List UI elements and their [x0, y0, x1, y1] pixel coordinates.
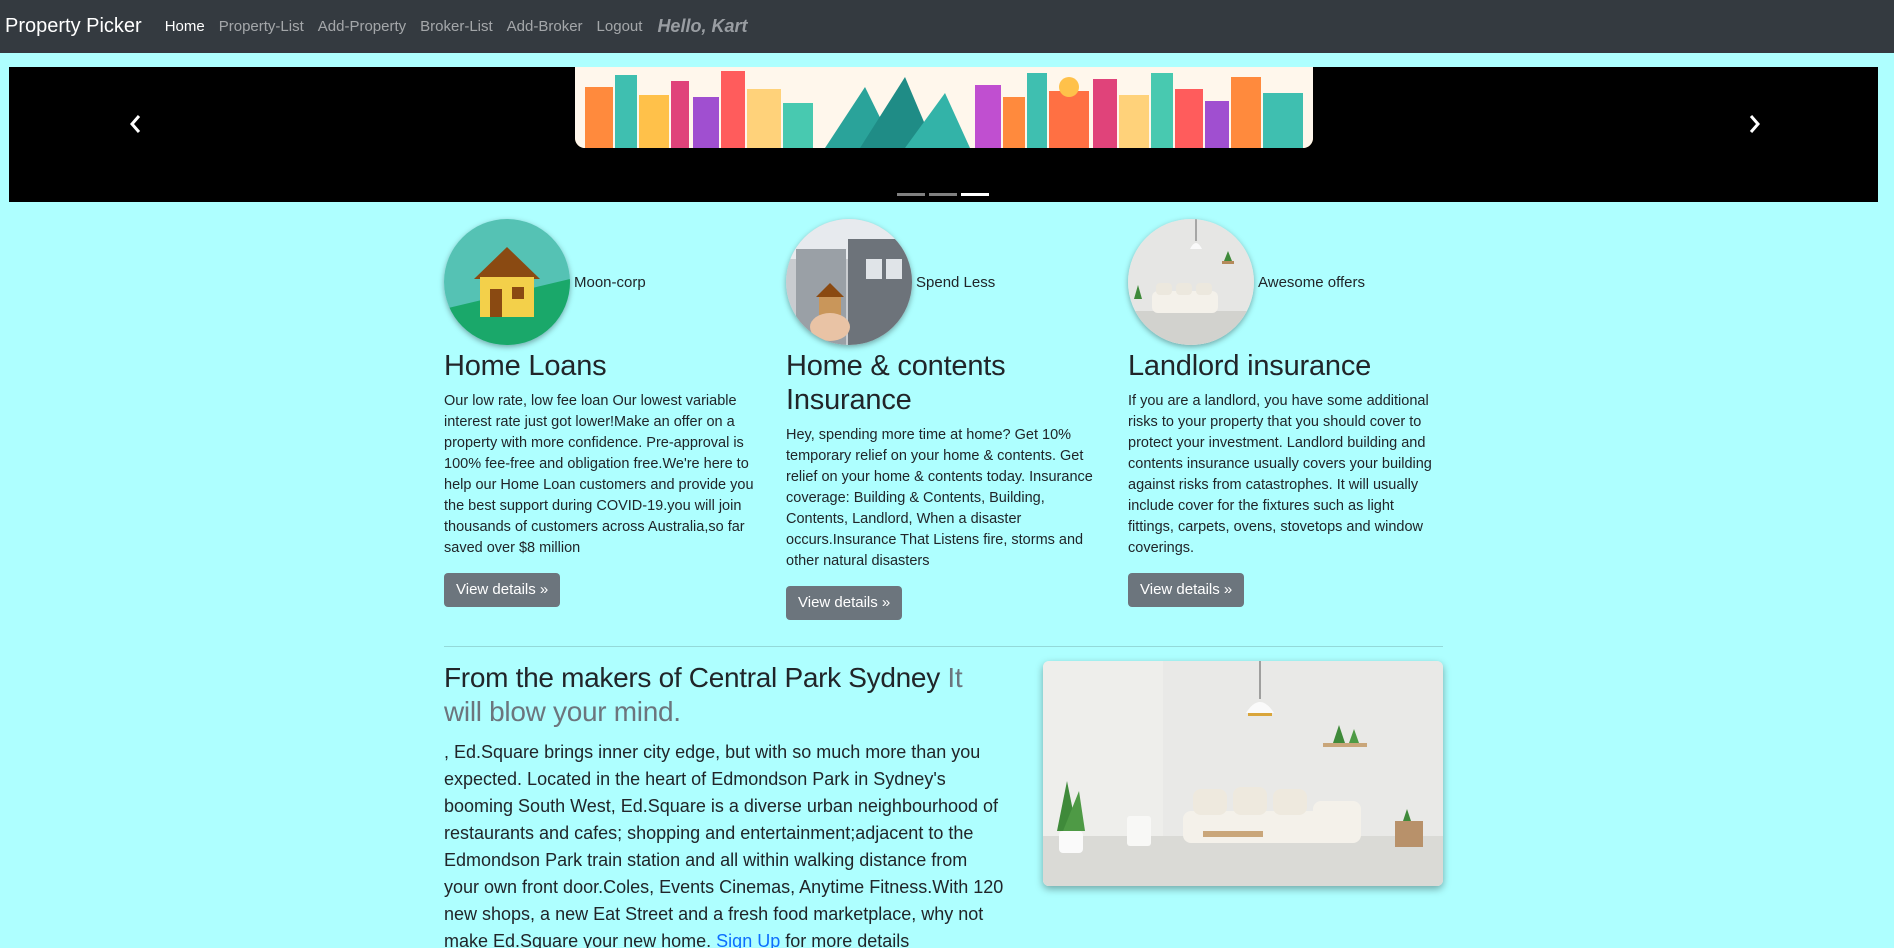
feature-image-townhouses: [786, 219, 912, 345]
featurette-heading-main: From the makers of Central Park Sydney: [444, 662, 940, 693]
carousel-prev-button[interactable]: [124, 112, 148, 136]
feature-landlord-insurance: Awesome offers Landlord insurance If you…: [1128, 219, 1443, 607]
featurette-heading: From the makers of Central Park Sydney I…: [444, 661, 1004, 729]
feature-text: Hey, spending more time at home? Get 10%…: [786, 427, 1093, 569]
view-details-button[interactable]: View details »: [786, 586, 903, 620]
carousel-next-button[interactable]: [1742, 112, 1766, 136]
nav-property-list[interactable]: Property-List: [212, 18, 311, 35]
nav-add-property[interactable]: Add-Property: [311, 18, 413, 35]
nav-broker-list[interactable]: Broker-List: [413, 18, 500, 35]
feature-caption: Moon-corp: [574, 273, 646, 291]
section-divider: [444, 646, 1443, 647]
featurette-image: [1043, 661, 1443, 886]
user-greeting: Hello, Kart: [657, 16, 748, 36]
chevron-left-icon: [130, 115, 141, 133]
feature-title: Home & contents Insurance: [786, 350, 1006, 416]
feature-title: Landlord insurance: [1128, 350, 1372, 382]
carousel-indicator-3[interactable]: [961, 193, 989, 196]
feature-home-loans: Moon-corp Home Loans Our low rate, low f…: [444, 219, 759, 607]
feature-caption: Awesome offers: [1258, 273, 1365, 291]
nav-add-broker[interactable]: Add-Broker: [500, 18, 590, 35]
brand-link[interactable]: Property Picker: [5, 15, 142, 38]
featurette: From the makers of Central Park Sydney I…: [444, 661, 1004, 948]
navbar: Property Picker Home Property-List Add-P…: [0, 0, 1894, 53]
nav-home[interactable]: Home: [158, 18, 212, 35]
featurette-body-end: for more details: [780, 931, 910, 948]
feature-home-contents-insurance: Spend Less Home & contents Insurance Hey…: [786, 219, 1101, 620]
feature-text: Our low rate, low fee loan Our lowest va…: [444, 393, 754, 556]
nav-logout[interactable]: Logout: [590, 18, 650, 35]
feature-title: Home Loans: [444, 350, 607, 382]
hero-carousel: [9, 67, 1878, 202]
chevron-right-icon: [1749, 115, 1760, 133]
carousel-indicator-1[interactable]: [897, 193, 925, 196]
featurette-text: , Ed.Square brings inner city edge, but …: [444, 739, 1004, 948]
view-details-button[interactable]: View details »: [1128, 573, 1245, 607]
featurette-body: , Ed.Square brings inner city edge, but …: [444, 742, 1004, 948]
feature-text: If you are a landlord, you have some add…: [1128, 393, 1432, 556]
carousel-indicators: [897, 193, 989, 196]
sign-up-link[interactable]: Sign Up: [716, 931, 780, 948]
feature-image-house: [444, 219, 570, 345]
carousel-indicator-2[interactable]: [929, 193, 957, 196]
house-icon: [444, 219, 570, 345]
carousel-slide-image: [575, 67, 1313, 148]
feature-caption: Spend Less: [916, 273, 996, 291]
feature-image-living-room: [1128, 219, 1254, 345]
view-details-button[interactable]: View details »: [444, 573, 561, 607]
